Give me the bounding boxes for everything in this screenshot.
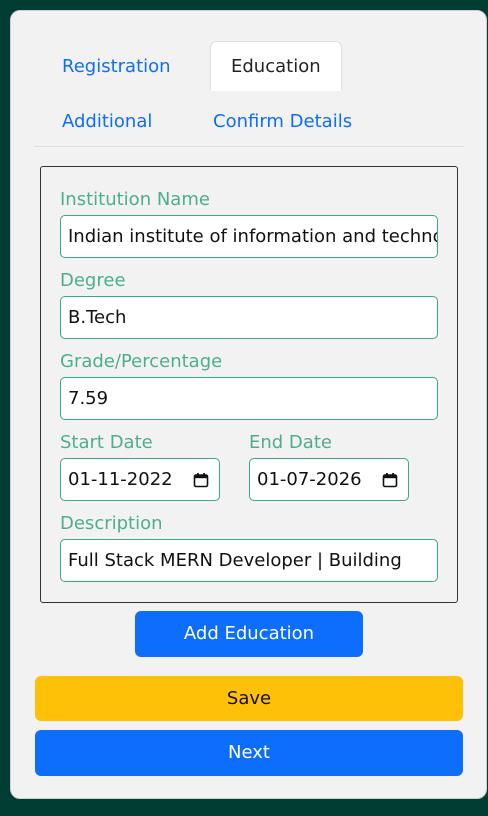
tab-confirm-details[interactable]: Confirm Details	[193, 97, 372, 147]
education-form: Institution Name Indian institute of inf…	[40, 166, 458, 603]
degree-input[interactable]: B.Tech	[60, 296, 438, 339]
grade-input[interactable]: 7.59	[60, 377, 438, 420]
add-education-button[interactable]: Add Education	[135, 611, 363, 657]
form-card: Registration Education Additional Confir…	[10, 10, 487, 799]
next-button[interactable]: Next	[35, 730, 463, 776]
tab-bar: Registration Education Additional Confir…	[34, 41, 464, 147]
calendar-icon[interactable]	[382, 472, 398, 488]
end-date-value: 01-07-2026	[257, 469, 362, 490]
tab-additional[interactable]: Additional	[42, 97, 172, 147]
grade-label: Grade/Percentage	[60, 351, 223, 372]
start-date-input[interactable]: 01-11-2022	[60, 458, 220, 501]
calendar-icon[interactable]	[193, 472, 209, 488]
description-input[interactable]: Full Stack MERN Developer | Building	[60, 539, 438, 582]
institution-name-label: Institution Name	[60, 189, 210, 210]
tab-education[interactable]: Education	[210, 41, 342, 91]
end-date-input[interactable]: 01-07-2026	[249, 458, 409, 501]
start-date-label: Start Date	[60, 432, 153, 453]
end-date-label: End Date	[249, 432, 332, 453]
degree-label: Degree	[60, 270, 126, 291]
description-label: Description	[60, 513, 163, 534]
tab-registration[interactable]: Registration	[42, 42, 191, 92]
start-date-value: 01-11-2022	[68, 469, 173, 490]
institution-name-input[interactable]: Indian institute of information and tech…	[60, 215, 438, 258]
save-button[interactable]: Save	[35, 676, 463, 721]
